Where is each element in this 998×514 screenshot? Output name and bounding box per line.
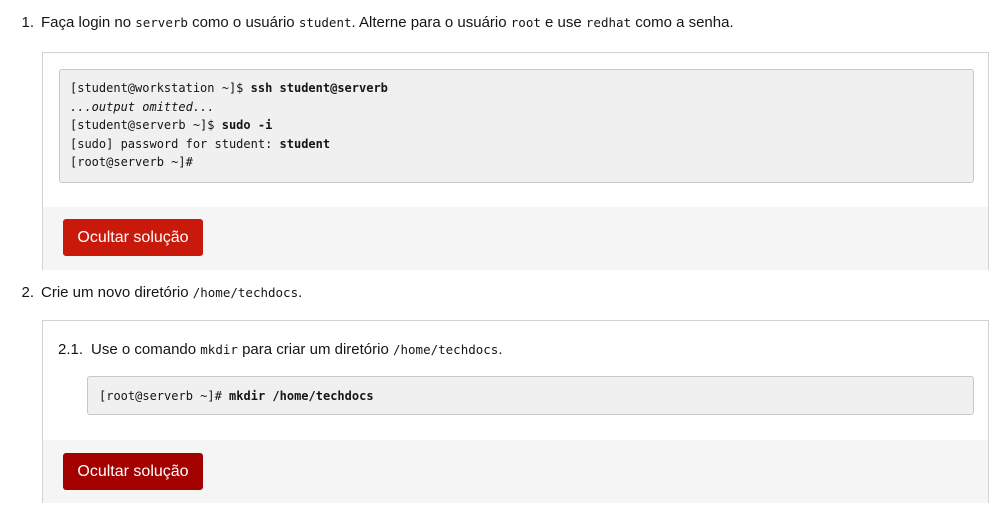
substep-2-1-heading: 2.1. Use o comando mkdir para criar um d… xyxy=(58,341,503,358)
step-2-heading: 2. Crie um novo diretório /home/techdocs… xyxy=(18,284,302,301)
terminal-block: [root@serverb ~]# mkdir /home/techdocs xyxy=(87,376,974,415)
hide-solution-button[interactable]: Ocultar solução xyxy=(63,453,203,490)
inline-code: /home/techdocs xyxy=(192,285,299,300)
step-text: Crie um novo diretório xyxy=(41,284,193,301)
substep-number: 2.1. xyxy=(58,341,84,358)
step-text: como o usuário xyxy=(187,14,299,31)
step-text: como a senha. xyxy=(631,14,734,31)
inline-code: root xyxy=(510,15,541,30)
hide-solution-button[interactable]: Ocultar solução xyxy=(63,219,203,256)
step-number: 2. xyxy=(21,284,34,301)
step-1-heading: 1. Faça login no serverb como o usuário … xyxy=(18,14,734,31)
step-text: e use xyxy=(540,14,586,31)
inline-code: student xyxy=(298,15,352,30)
solution-card-1: [student@workstation ~]$ ssh student@ser… xyxy=(42,52,989,270)
step-text: . xyxy=(498,341,503,358)
inline-code: serverb xyxy=(135,15,188,30)
inline-code: mkdir xyxy=(200,342,238,357)
step-text: . Alterne para o usuário xyxy=(351,14,511,31)
step-text: . xyxy=(298,284,303,301)
solution-card-2: 2.1. Use o comando mkdir para criar um d… xyxy=(42,320,989,503)
step-text: para criar um diretório xyxy=(237,341,393,358)
step-text: Faça login no xyxy=(41,14,136,31)
step-text: Use o comando xyxy=(91,341,201,358)
terminal-block: [student@workstation ~]$ ssh student@ser… xyxy=(59,69,974,183)
inline-code: /home/techdocs xyxy=(392,342,499,357)
inline-code: redhat xyxy=(585,15,632,30)
step-number: 1. xyxy=(21,14,34,31)
